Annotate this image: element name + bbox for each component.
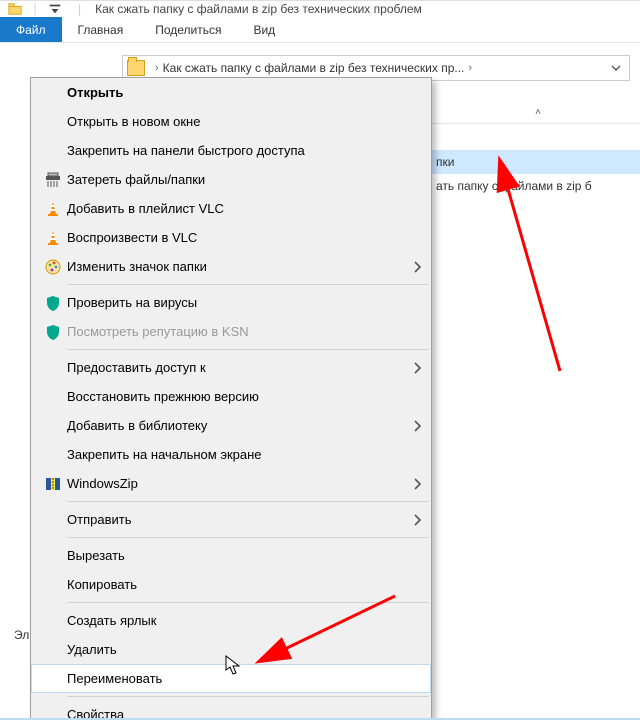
annotation-arrow-upper xyxy=(0,1,640,718)
explorer-window: | Как сжать папку с файлами в zip без те… xyxy=(0,0,640,720)
mouse-cursor-icon xyxy=(225,655,241,675)
